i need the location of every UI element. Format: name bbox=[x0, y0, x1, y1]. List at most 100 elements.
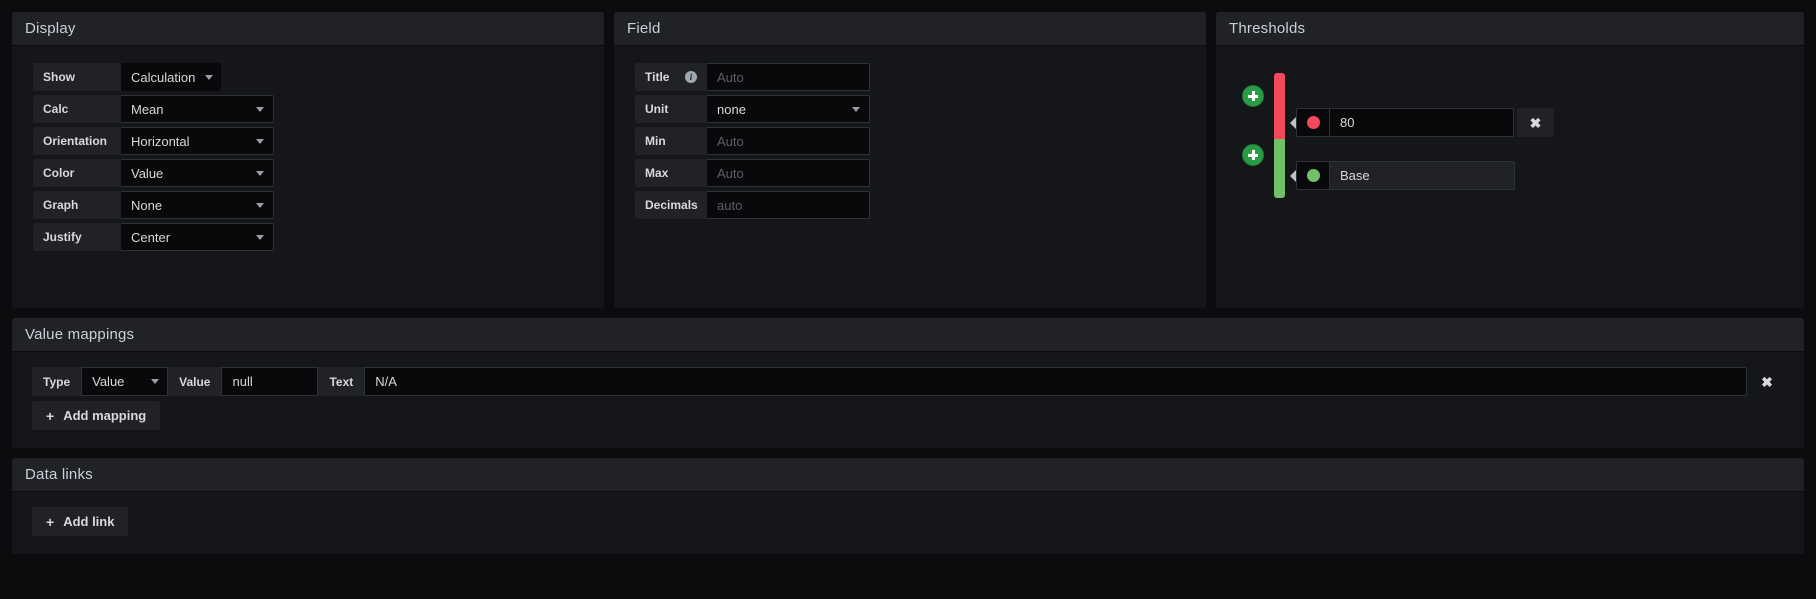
threshold-color-picker-base[interactable] bbox=[1296, 161, 1329, 190]
select-mapping-type-value: Value bbox=[92, 374, 125, 389]
select-color[interactable]: Value bbox=[121, 159, 274, 187]
label-mapping-value: Value bbox=[168, 367, 222, 396]
thresholds-panel: Thresholds 80 ✖ Base bbox=[1216, 12, 1804, 308]
input-mapping-value[interactable]: null bbox=[221, 367, 319, 396]
input-decimals[interactable]: auto bbox=[707, 191, 870, 219]
plus-icon: + bbox=[46, 407, 55, 424]
label-mapping-type: Type bbox=[32, 367, 82, 396]
select-justify-value: Center bbox=[131, 229, 171, 245]
display-panel-body: Show Calculation Calc Mean Orientation H… bbox=[12, 46, 604, 272]
label-min-text: Min bbox=[645, 134, 666, 148]
select-calc-value: Mean bbox=[131, 101, 164, 117]
label-min: Min bbox=[635, 127, 707, 155]
select-calc[interactable]: Mean bbox=[121, 95, 274, 123]
chevron-down-icon bbox=[256, 106, 264, 112]
select-show-value: Calculation bbox=[131, 69, 196, 85]
label-show: Show bbox=[33, 63, 121, 91]
threshold-segment-critical bbox=[1274, 73, 1285, 140]
input-max[interactable]: Auto bbox=[707, 159, 870, 187]
value-mappings-header: Value mappings bbox=[12, 318, 1804, 352]
threshold-segment-base bbox=[1274, 139, 1285, 198]
info-icon[interactable]: i bbox=[685, 71, 697, 83]
label-decimals-text: Decimals bbox=[645, 198, 698, 212]
close-icon: ✖ bbox=[1761, 373, 1773, 390]
select-orientation[interactable]: Horizontal bbox=[121, 127, 274, 155]
label-justify: Justify bbox=[33, 223, 121, 251]
page-title-display: Display bbox=[25, 20, 76, 37]
form-row-decimals: Decimals auto bbox=[635, 191, 1185, 219]
select-unit-value: none bbox=[717, 101, 746, 117]
form-row-min: Min Auto bbox=[635, 127, 1185, 155]
add-mapping-button[interactable]: + Add mapping bbox=[32, 401, 161, 430]
form-row-color: Color Value bbox=[33, 159, 583, 187]
chevron-down-icon bbox=[852, 106, 860, 112]
thresholds-rail bbox=[1232, 62, 1290, 202]
field-panel-body: Title i Auto Unit none Min Auto Max Auto… bbox=[614, 46, 1206, 240]
label-max: Max bbox=[635, 159, 707, 187]
value-mappings-section: Value mappings Type Value Value null Tex… bbox=[12, 318, 1804, 448]
select-graph[interactable]: None bbox=[121, 191, 274, 219]
form-row-justify: Justify Center bbox=[33, 223, 583, 251]
label-title-text: Title bbox=[645, 70, 670, 84]
add-mapping-label: Add mapping bbox=[63, 408, 147, 423]
top-panels-row: Display Show Calculation Calc Mean Orien… bbox=[12, 12, 1804, 308]
input-mapping-text[interactable]: N/A bbox=[364, 367, 1747, 396]
form-row-graph: Graph None bbox=[33, 191, 583, 219]
label-unit: Unit bbox=[635, 95, 707, 123]
value-mapping-row: Type Value Value null Text N/A ✖ bbox=[32, 367, 1784, 396]
select-graph-value: None bbox=[131, 197, 163, 213]
thresholds-panel-body: 80 ✖ Base bbox=[1216, 46, 1804, 202]
input-min[interactable]: Auto bbox=[707, 127, 870, 155]
page-title-value-mappings: Value mappings bbox=[25, 326, 135, 343]
panel-options-editor: Display Show Calculation Calc Mean Orien… bbox=[0, 0, 1816, 599]
add-link-button[interactable]: + Add link bbox=[32, 507, 129, 536]
thresholds-editor: 80 ✖ Base bbox=[1216, 46, 1804, 202]
field-panel-header: Field bbox=[614, 12, 1206, 46]
select-mapping-type[interactable]: Value bbox=[81, 367, 169, 396]
chevron-down-icon bbox=[256, 138, 264, 144]
input-max-placeholder: Auto bbox=[717, 165, 744, 181]
threshold-value-text: 80 bbox=[1340, 115, 1355, 130]
threshold-value-input[interactable]: 80 bbox=[1329, 108, 1514, 137]
remove-mapping-button[interactable]: ✖ bbox=[1750, 367, 1784, 396]
select-show[interactable]: Calculation bbox=[121, 63, 221, 91]
form-row-calc: Calc Mean bbox=[33, 95, 583, 123]
threshold-base-label: Base bbox=[1329, 161, 1515, 190]
remove-threshold-button[interactable]: ✖ bbox=[1517, 108, 1554, 137]
thresholds-panel-header: Thresholds bbox=[1216, 12, 1804, 46]
display-panel-header: Display bbox=[12, 12, 604, 46]
threshold-base-row: Base bbox=[1290, 161, 1515, 190]
form-row-orientation: Orientation Horizontal bbox=[33, 127, 583, 155]
input-mapping-value-text: null bbox=[232, 374, 253, 389]
data-links-section: Data links + Add link bbox=[12, 458, 1804, 554]
label-mapping-text: Text bbox=[318, 367, 365, 396]
add-threshold-button-lower[interactable] bbox=[1242, 144, 1264, 166]
color-swatch-icon bbox=[1306, 169, 1320, 182]
form-row-max: Max Auto bbox=[635, 159, 1185, 187]
label-orientation: Orientation bbox=[33, 127, 121, 155]
data-links-header: Data links bbox=[12, 458, 1804, 492]
select-unit[interactable]: none bbox=[707, 95, 870, 123]
field-panel: Field Title i Auto Unit none Min Auto Ma… bbox=[614, 12, 1206, 308]
threshold-step-list: 80 ✖ Base bbox=[1290, 62, 1804, 202]
select-justify[interactable]: Center bbox=[121, 223, 274, 251]
input-title[interactable]: Auto bbox=[707, 63, 870, 91]
input-mapping-text-value: N/A bbox=[375, 374, 397, 389]
input-title-placeholder: Auto bbox=[717, 69, 744, 85]
color-swatch-icon bbox=[1306, 116, 1320, 129]
add-threshold-button-upper[interactable] bbox=[1242, 85, 1264, 107]
form-row-title: Title i Auto bbox=[635, 63, 1185, 91]
label-title: Title i bbox=[635, 63, 707, 91]
chevron-down-icon bbox=[256, 170, 264, 176]
threshold-base-text: Base bbox=[1340, 168, 1370, 183]
chevron-down-icon bbox=[256, 202, 264, 208]
page-title-field: Field bbox=[627, 20, 661, 37]
data-links-body: + Add link bbox=[12, 492, 1804, 554]
chevron-down-icon bbox=[205, 74, 214, 80]
form-row-unit: Unit none bbox=[635, 95, 1185, 123]
threshold-color-picker-critical[interactable] bbox=[1296, 108, 1329, 137]
page-title-data-links: Data links bbox=[25, 466, 93, 483]
label-decimals: Decimals bbox=[635, 191, 707, 219]
input-min-placeholder: Auto bbox=[717, 133, 744, 149]
value-mappings-body: Type Value Value null Text N/A ✖ + Add m… bbox=[12, 352, 1804, 448]
